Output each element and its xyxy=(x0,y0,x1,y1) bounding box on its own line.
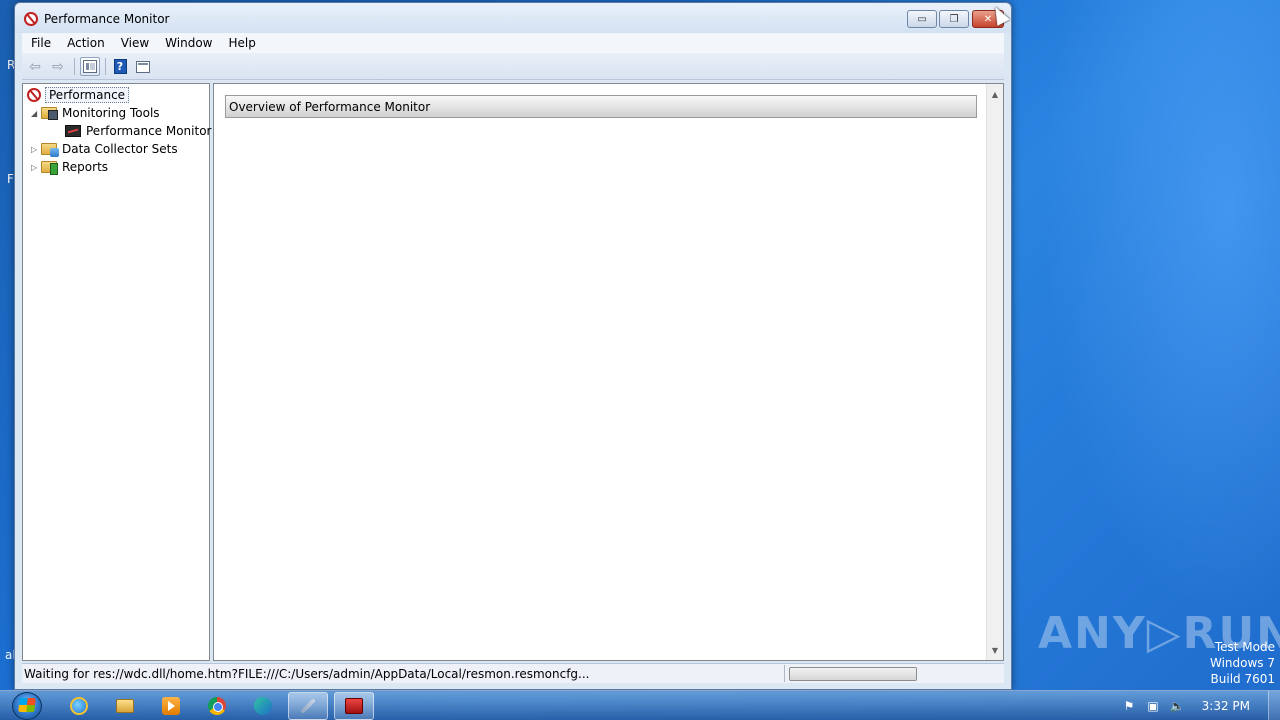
menu-view[interactable]: View xyxy=(113,36,157,50)
menu-help[interactable]: Help xyxy=(221,36,264,50)
taskbar: ⚑ ▣ 🔈 3:32 PM xyxy=(0,690,1280,720)
collapse-arrow-icon[interactable]: ◢ xyxy=(31,109,41,118)
windows-version-line: Windows 7 xyxy=(1209,656,1275,670)
internet-explorer-icon xyxy=(70,697,88,715)
tree-item-label: Data Collector Sets xyxy=(62,142,178,156)
media-player-icon xyxy=(162,697,180,715)
content-pane: Overview of Performance Monitor ▲ ▼ xyxy=(213,83,1004,661)
console-tree: Performance ◢ Monitoring Tools Performan… xyxy=(22,83,211,661)
toolbar-separator xyxy=(105,58,106,75)
desktop-background xyxy=(1010,0,1280,690)
network-icon[interactable]: ▣ xyxy=(1146,699,1160,713)
tree-item-performance-monitor[interactable]: Performance Monitor xyxy=(65,122,211,140)
scroll-down-icon[interactable]: ▼ xyxy=(987,642,1003,658)
taskbar-tools[interactable] xyxy=(288,692,328,720)
tree-item-label: Performance xyxy=(45,87,130,103)
performance-monitor-window: Performance Monitor ▭ ❐ ✕ File Action Vi… xyxy=(14,2,1012,690)
reports-icon xyxy=(41,161,58,175)
progress-bar xyxy=(789,667,917,681)
status-bar: Waiting for res://wdc.dll/home.htm?FILE:… xyxy=(22,663,1004,683)
performance-icon[interactable] xyxy=(24,12,38,26)
back-icon[interactable]: ⇦ xyxy=(25,57,45,76)
expand-arrow-icon[interactable]: ▷ xyxy=(31,163,41,172)
tree-item-label: Reports xyxy=(62,160,109,174)
menu-action[interactable]: Action xyxy=(59,36,113,50)
overview-header: Overview of Performance Monitor xyxy=(225,95,977,118)
status-text: Waiting for res://wdc.dll/home.htm?FILE:… xyxy=(24,667,590,681)
restore-button[interactable]: ❐ xyxy=(939,10,969,28)
menu-file[interactable]: File xyxy=(22,36,59,50)
tree-item-label: Performance Monitor xyxy=(86,124,212,138)
toolbar-separator xyxy=(74,58,75,75)
show-hide-console-tree-button[interactable] xyxy=(80,57,100,76)
forward-icon[interactable]: ⇨ xyxy=(48,57,68,76)
taskbar-chrome[interactable] xyxy=(197,692,237,720)
performance-icon xyxy=(27,88,41,102)
action-pane-icon xyxy=(136,60,150,73)
test-mode-notice: Test Mode Windows 7 Build 7601 xyxy=(1210,639,1275,687)
tree-item-monitoring-tools[interactable]: ◢ Monitoring Tools xyxy=(31,104,160,122)
windows-logo-icon xyxy=(18,698,36,712)
minimize-button[interactable]: ▭ xyxy=(907,10,937,28)
clock[interactable]: 3:32 PM xyxy=(1202,699,1250,713)
status-separator xyxy=(784,665,785,682)
expand-arrow-icon[interactable]: ▷ xyxy=(31,145,41,154)
taskbar-performance-monitor[interactable] xyxy=(334,692,374,720)
window-title: Performance Monitor xyxy=(44,12,170,26)
tree-item-label: Monitoring Tools xyxy=(62,106,160,120)
desktop-icon-label-2: F xyxy=(7,172,14,186)
system-tray: ⚑ ▣ 🔈 3:32 PM xyxy=(1110,691,1280,720)
build-line: Build 7601 xyxy=(1210,672,1275,686)
chrome-icon xyxy=(208,697,226,715)
edge-icon xyxy=(254,697,272,715)
test-mode-line: Test Mode xyxy=(1214,640,1275,654)
start-button[interactable] xyxy=(8,691,46,720)
data-collector-sets-icon xyxy=(41,143,59,157)
performance-monitor-icon xyxy=(65,125,81,137)
show-desktop-button[interactable] xyxy=(1268,691,1280,720)
menu-window[interactable]: Window xyxy=(157,36,220,50)
toolbar: ⇦ ⇨ ? xyxy=(22,53,1004,80)
file-explorer-icon xyxy=(116,699,134,713)
taskbar-media-player[interactable] xyxy=(151,692,191,720)
show-hide-action-pane-button[interactable] xyxy=(133,57,153,76)
title-bar[interactable]: Performance Monitor ▭ ❐ ✕ xyxy=(15,3,1011,33)
console-tree-icon xyxy=(83,60,97,73)
performance-monitor-icon xyxy=(345,698,363,714)
help-button[interactable]: ? xyxy=(110,57,130,76)
tree-item-data-collector-sets[interactable]: ▷ Data Collector Sets xyxy=(31,140,178,158)
vertical-scrollbar[interactable]: ▲ ▼ xyxy=(986,84,1003,660)
scroll-up-icon[interactable]: ▲ xyxy=(987,86,1003,102)
menu-bar: File Action View Window Help xyxy=(22,33,1004,53)
action-center-flag-icon[interactable]: ⚑ xyxy=(1122,699,1136,713)
monitoring-tools-icon xyxy=(41,107,58,120)
volume-icon[interactable]: 🔈 xyxy=(1170,699,1185,713)
tree-item-reports[interactable]: ▷ Reports xyxy=(31,158,108,176)
tree-item-performance[interactable]: Performance xyxy=(27,86,130,104)
taskbar-internet-explorer[interactable] xyxy=(59,692,99,720)
help-icon: ? xyxy=(113,59,127,74)
tools-icon xyxy=(300,698,316,714)
taskbar-edge[interactable] xyxy=(243,692,283,720)
taskbar-file-explorer[interactable] xyxy=(105,692,145,720)
